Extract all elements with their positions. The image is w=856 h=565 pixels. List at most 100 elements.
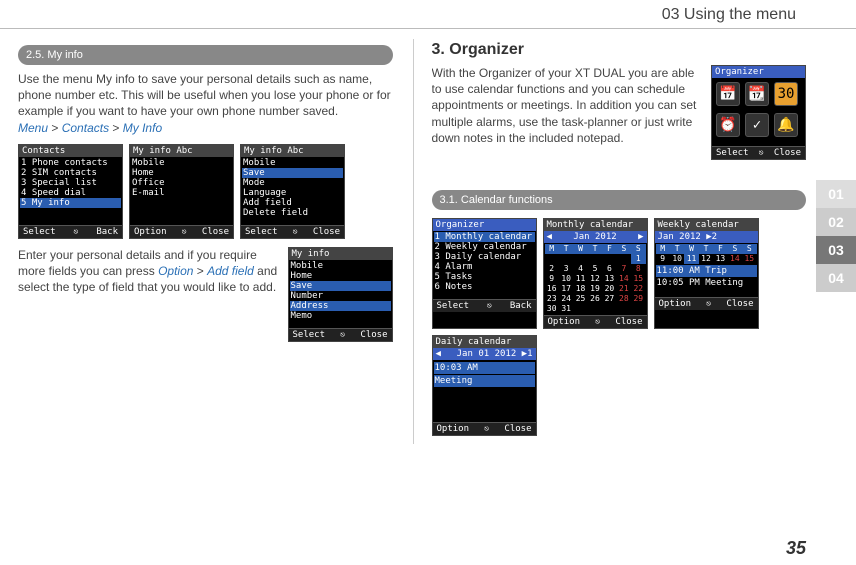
tab-03: 03 — [816, 236, 856, 264]
softkey-mid-icon — [182, 227, 187, 237]
list-item: Add field — [242, 198, 343, 208]
week-nav: Jan 2012 ▶2 — [655, 231, 758, 243]
menu-path-b: Contacts — [62, 121, 109, 135]
softkey-right: Close — [360, 330, 387, 340]
phone-organizer-list: Organizer 1 Monthly calendar 2 Weekly ca… — [432, 218, 537, 329]
list-item: 2 SIM contacts — [20, 168, 121, 178]
text-addfield: Add field — [207, 264, 254, 278]
titlebar: Organizer — [433, 219, 536, 231]
softkey-mid-icon — [340, 330, 345, 340]
event: 10:05 PM Meeting — [656, 278, 757, 288]
heading-organizer: 3. Organizer — [432, 41, 807, 59]
event-time: 10:03 AM — [434, 362, 535, 374]
list-item: 4 Alarm — [434, 262, 535, 272]
tasks-icon: ✓ — [745, 113, 769, 137]
list-item: Save — [290, 281, 391, 291]
softkey-right: Close — [726, 299, 753, 309]
phone-daily-calendar: Daily calendar ◀Jan 01 2012 ▶1 10:03 AM … — [432, 335, 537, 436]
list-item: Delete field — [242, 208, 343, 218]
week-days: 9101112131415 — [656, 254, 757, 264]
list-item: 1 Phone contacts — [20, 158, 121, 168]
day-nav: ◀Jan 01 2012 ▶1 — [433, 348, 536, 360]
phone-contacts: Contacts 1 Phone contacts 2 SIM contacts… — [18, 144, 123, 239]
phone-addfield: My info Mobile Home Save Number Address … — [288, 247, 393, 342]
sep: > — [51, 121, 61, 135]
phone-myinfo-menu: My info Abc Mobile Save Mode Language Ad… — [240, 144, 345, 239]
calendar-icon: 📅 — [716, 82, 740, 106]
alarm-icon: ⏰ — [716, 113, 740, 137]
phone-weekly-calendar: Weekly calendar Jan 2012 ▶2 MTWTFSS 9101… — [654, 218, 759, 329]
phone-monthly-calendar: Monthly calendar ◀Jan 2012▶ MTWTFSS12345… — [543, 218, 648, 329]
notes-icon: 🔔 — [774, 113, 798, 137]
left-column: 2.5. My info Use the menu My info to sav… — [18, 39, 393, 444]
list-item: 6 Notes — [434, 282, 535, 292]
list-item-selected: Address — [290, 301, 391, 311]
softkey-mid-icon — [595, 317, 600, 327]
titlebar: Weekly calendar — [655, 219, 758, 231]
list-item: E-mail — [131, 188, 232, 198]
screens-row-1: Contacts 1 Phone contacts 2 SIM contacts… — [18, 144, 393, 239]
event: 11:00 AM Trip — [656, 265, 757, 277]
titlebar: My info — [289, 248, 392, 260]
softkey-left: Option — [548, 317, 581, 327]
section-3-1-title: 3.1. Calendar functions — [432, 190, 807, 210]
prev-icon: ◀ — [436, 349, 441, 359]
list-item: Office — [131, 178, 232, 188]
list-item: Mobile — [290, 261, 391, 271]
softkey-right: Close — [774, 148, 801, 158]
right-column: 3. Organizer Organizer 📅 📆 30 ⏰ ✓ 🔔 Sele… — [413, 39, 807, 444]
softkey-mid-icon — [759, 148, 764, 158]
softkey-mid-icon — [487, 301, 492, 311]
month-label: Jan 2012 — [573, 232, 616, 242]
softkey-right: Back — [510, 301, 532, 311]
softkey-mid-icon — [74, 227, 79, 237]
list-item: 3 Daily calendar — [434, 252, 535, 262]
chapter-tabs: 01 02 03 04 — [816, 180, 856, 292]
list-item: Memo — [290, 311, 391, 321]
menu-path-c: My Info — [123, 121, 162, 135]
day-icon: 30 — [774, 82, 798, 106]
titlebar: Organizer — [712, 66, 805, 78]
softkey-left: Option — [134, 227, 167, 237]
list-item: Home — [290, 271, 391, 281]
week-dow: MTWTFSS — [656, 244, 757, 254]
softkey-left: Select — [293, 330, 326, 340]
week-label: Jan 2012 ▶2 — [658, 232, 718, 242]
softkey-left: Select — [245, 227, 278, 237]
page-number: 35 — [786, 538, 806, 559]
tab-02: 02 — [816, 208, 856, 236]
tab-01: 01 — [816, 180, 856, 208]
list-item-selected: 5 My info — [20, 198, 121, 208]
section-2-5-title: 2.5. My info — [18, 45, 393, 65]
titlebar: Contacts — [19, 145, 122, 157]
list-item: Mobile — [242, 158, 343, 168]
list-item-selected: 1 Monthly calendar — [434, 232, 535, 242]
list-item: Mode — [242, 178, 343, 188]
softkey-right: Back — [96, 227, 118, 237]
softkey-right: Close — [202, 227, 229, 237]
week-icon: 📆 — [745, 82, 769, 106]
list-item: 4 Speed dial — [20, 188, 121, 198]
softkey-mid-icon — [706, 299, 711, 309]
softkey-left: Option — [437, 424, 470, 434]
list-item: Mobile — [131, 158, 232, 168]
menu-path-a: Menu — [18, 121, 48, 135]
softkey-left: Select — [716, 148, 749, 158]
list-item-selected: Save — [242, 168, 343, 178]
titlebar: My info Abc — [130, 145, 233, 157]
softkey-left: Option — [659, 299, 692, 309]
softkey-right: Close — [615, 317, 642, 327]
titlebar: Daily calendar — [433, 336, 536, 348]
phone-myinfo-edit: My info Abc Mobile Home Office E-mail Op… — [129, 144, 234, 239]
next-icon: ▶ — [638, 232, 643, 242]
list-item: 2 Weekly calendar — [434, 242, 535, 252]
para-myinfo-1: Use the menu My info to save your person… — [18, 71, 393, 120]
prev-icon: ◀ — [547, 232, 552, 242]
phone-organizer-icons: Organizer 📅 📆 30 ⏰ ✓ 🔔 Select Close — [711, 65, 806, 160]
softkey-mid-icon — [293, 227, 298, 237]
screens-calendar: Organizer 1 Monthly calendar 2 Weekly ca… — [432, 218, 807, 436]
month-nav: ◀ Jan 2012 ▶ — [544, 231, 647, 243]
softkey-mid-icon — [484, 424, 489, 434]
calendar-grid: MTWTFSS123456789101112131415161718192021… — [545, 244, 646, 314]
softkey-left: Select — [23, 227, 56, 237]
